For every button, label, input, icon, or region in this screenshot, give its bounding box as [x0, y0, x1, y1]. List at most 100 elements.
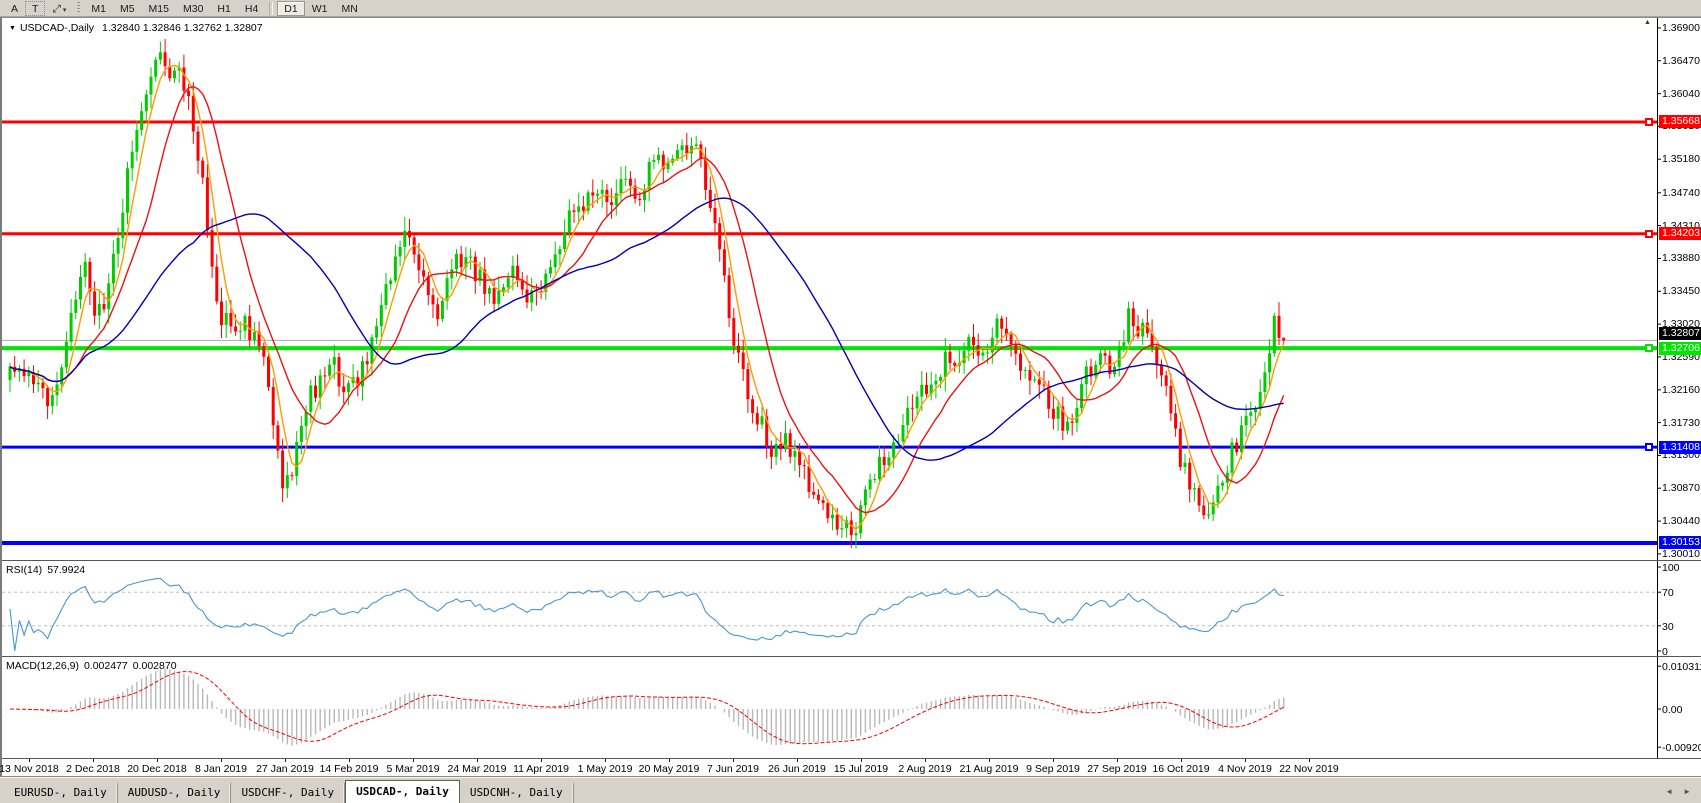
- macd-histogram: [10, 669, 1284, 745]
- chart-dropdown-icon[interactable]: ▼: [9, 25, 16, 32]
- rsi-line: [10, 578, 1284, 651]
- tab-audusd[interactable]: AUDUSD-, Daily: [118, 783, 232, 803]
- date-tick: [349, 759, 350, 762]
- hline-price-chip[interactable]: 1.30153: [1659, 536, 1701, 549]
- timeframe-d1-button[interactable]: D1: [277, 1, 304, 16]
- tabs-scroll-left-icon[interactable]: ◄: [1665, 787, 1673, 796]
- hline-anchor-marker[interactable]: [1645, 443, 1653, 451]
- symbol-label: USDCAD-,Daily: [20, 22, 94, 34]
- price-tick-label: 1.33880: [1662, 252, 1701, 264]
- price-tick-label: 1.36900: [1662, 22, 1701, 34]
- tab-usdcnh[interactable]: USDCNH-, Daily: [460, 783, 574, 803]
- timeframe-m5-button[interactable]: M5: [113, 1, 142, 16]
- hline-anchor-marker[interactable]: [1645, 118, 1653, 126]
- rsi-label: RSI(14) 57.9924: [6, 564, 90, 576]
- hline-price-chip[interactable]: 1.34203: [1659, 227, 1701, 240]
- macd-label: MACD(12,26,9) 0.002477 0.002870: [6, 660, 182, 672]
- date-tick: [1245, 759, 1246, 762]
- text-tool-button[interactable]: T: [25, 1, 45, 16]
- arrow-tool-button[interactable]: ⤢▾: [45, 1, 73, 16]
- price-tick-label: 1.36040: [1662, 88, 1701, 100]
- hline-anchor-marker[interactable]: [1645, 344, 1653, 352]
- price-tick-label: 1.30440: [1662, 515, 1701, 527]
- price-tick-label: 1.36470: [1662, 55, 1701, 67]
- macd-chart-canvas[interactable]: [2, 657, 1701, 758]
- current-price-chip: 1.32807: [1659, 327, 1701, 340]
- ma-5-line: [10, 65, 1284, 529]
- caret-down-icon: ▾: [63, 7, 67, 14]
- date-tick: [541, 759, 542, 762]
- tabs-scroll: ◄►: [1655, 787, 1691, 796]
- timeframe-h1-button[interactable]: H1: [210, 1, 237, 16]
- font-tool-button[interactable]: A: [4, 1, 25, 16]
- rsi-tick-label: 100: [1662, 562, 1701, 574]
- chart-title: ▼ USDCAD-,Daily 1.32840 1.32846 1.32762 1.…: [9, 22, 263, 34]
- macd-tick-label: 0.00: [1662, 704, 1701, 716]
- rsi-panel[interactable]: RSI(14) 57.9924 100 70 30 0: [2, 560, 1701, 656]
- hline-price-chip[interactable]: 1.31408: [1659, 441, 1701, 454]
- date-tick: [669, 759, 670, 762]
- timeframe-h4-button[interactable]: H4: [238, 1, 265, 16]
- date-tick: [29, 759, 30, 762]
- macd-tick-label: -0.009203: [1662, 742, 1701, 754]
- date-tick: [925, 759, 926, 762]
- macd-panel[interactable]: MACD(12,26,9) 0.002477 0.002870 0.010311 0.…: [2, 656, 1701, 758]
- date-tick: [1053, 759, 1054, 762]
- timeframe-m30-button[interactable]: M30: [176, 1, 210, 16]
- timeframe-m1-button[interactable]: M1: [84, 1, 113, 16]
- price-panel[interactable]: ▼ USDCAD-,Daily 1.32840 1.32846 1.32762 1.…: [2, 18, 1701, 560]
- rsi-chart-canvas[interactable]: [2, 561, 1701, 656]
- date-tick: [605, 759, 606, 762]
- rsi-tick-label: 0: [1662, 646, 1701, 658]
- date-label: 22 Nov 2019: [1269, 763, 1349, 775]
- ohlc-values: 1.32840 1.32846 1.32762 1.32807: [102, 22, 263, 34]
- date-tick: [93, 759, 94, 762]
- tab-usdcad[interactable]: USDCAD-, Daily: [345, 780, 460, 803]
- hline-anchor-marker[interactable]: [1645, 230, 1653, 238]
- price-tick-label: 1.31730: [1662, 417, 1701, 429]
- price-tick-label: 1.35180: [1662, 153, 1701, 165]
- price-tick-label: 1.32160: [1662, 384, 1701, 396]
- price-tick-label: 1.34740: [1662, 187, 1701, 199]
- date-tick: [477, 759, 478, 762]
- ma-40-line: [10, 198, 1284, 460]
- date-tick: [221, 759, 222, 762]
- date-tick: [413, 759, 414, 762]
- macd-tick-label: 0.010311: [1662, 661, 1701, 673]
- ma-13-line: [10, 87, 1284, 513]
- chart-window: ▼ USDCAD-,Daily 1.32840 1.32846 1.32762 1.…: [0, 17, 1701, 776]
- chart-tabs-bar: EURUSD-, DailyAUDUSD-, DailyUSDCHF-, Dai…: [0, 776, 1701, 803]
- date-tick: [285, 759, 286, 762]
- chart-shift-marker-icon[interactable]: ▲: [1644, 19, 1651, 26]
- macd-main-value: 0.002477: [84, 660, 128, 672]
- timeframe-w1-button[interactable]: W1: [305, 1, 335, 16]
- rsi-tick-label: 30: [1662, 621, 1701, 633]
- date-tick: [733, 759, 734, 762]
- price-tick-label: 1.33450: [1662, 285, 1701, 297]
- timeframe-m15-button[interactable]: M15: [142, 1, 176, 16]
- chart-tabs: EURUSD-, DailyAUDUSD-, DailyUSDCHF-, Dai…: [4, 780, 574, 803]
- date-tick: [989, 759, 990, 762]
- toolbar-separator: [269, 2, 273, 15]
- tab-usdchf[interactable]: USDCHF-, Daily: [231, 783, 345, 803]
- price-tick-label: 1.30010: [1662, 548, 1701, 560]
- tab-eurusd[interactable]: EURUSD-, Daily: [4, 783, 118, 803]
- hline-price-chip[interactable]: 1.32706: [1659, 342, 1701, 355]
- rsi-tick-label: 70: [1662, 587, 1701, 599]
- moving-average-lines: [10, 65, 1284, 529]
- price-chart-canvas[interactable]: [2, 18, 1701, 560]
- date-tick: [861, 759, 862, 762]
- rsi-value: 57.9924: [47, 564, 85, 576]
- timeframe-mn-button[interactable]: MN: [334, 1, 364, 16]
- date-tick: [157, 759, 158, 762]
- date-axis[interactable]: 13 Nov 20182 Dec 201820 Dec 20188 Jan 20…: [2, 758, 1701, 777]
- rsi-name: RSI(14): [6, 564, 42, 576]
- macd-name: MACD(12,26,9): [6, 660, 79, 672]
- tabs-scroll-right-icon[interactable]: ►: [1683, 787, 1691, 796]
- macd-signal-line: [10, 672, 1284, 744]
- hline-price-chip[interactable]: 1.35668: [1659, 115, 1701, 128]
- top-toolbar: AT⤢▾ M1M5M15M30H1H4 D1W1MN: [0, 0, 1701, 17]
- date-tick: [1117, 759, 1118, 762]
- date-tick: [1181, 759, 1182, 762]
- macd-signal-value: 0.002870: [133, 660, 177, 672]
